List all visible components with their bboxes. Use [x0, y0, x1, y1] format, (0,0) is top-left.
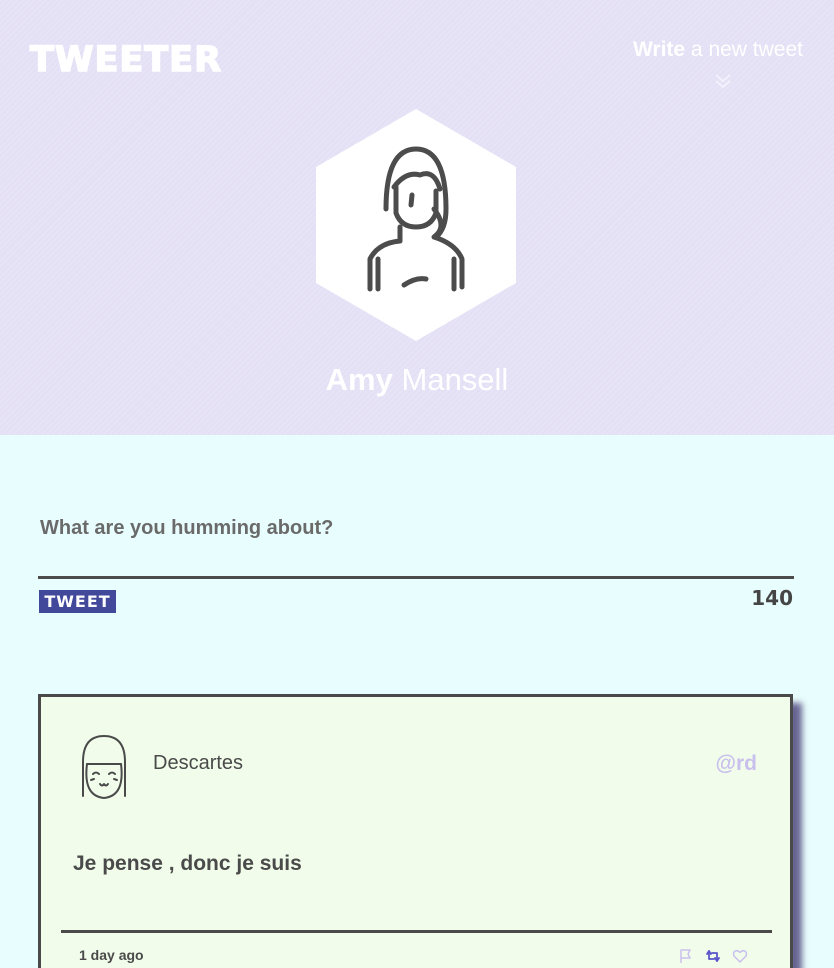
tweet-text: Je pense , donc je suis — [73, 852, 302, 875]
profile-first-name: Amy — [325, 362, 393, 397]
tweet-author-name[interactable]: Descartes — [153, 752, 243, 775]
tweet-timestamp: 1 day ago — [79, 947, 144, 963]
tweet-author-avatar — [82, 735, 126, 799]
heart-icon[interactable] — [732, 948, 748, 964]
retweet-icon[interactable] — [705, 948, 721, 964]
profile-last-name: Mansell — [401, 362, 509, 397]
tweet-submit-button[interactable]: TWEET — [39, 590, 116, 613]
tweet-author-handle[interactable]: @rd — [716, 752, 757, 776]
compose-link-rest: a new tweet — [685, 38, 803, 61]
write-new-tweet-link[interactable]: Write a new tweet — [633, 38, 803, 62]
flag-icon[interactable] — [678, 948, 694, 964]
compose-underline — [38, 576, 794, 579]
tweet-card: Descartes @rd Je pense , donc je suis 1 … — [38, 694, 793, 968]
brand-logo[interactable]: TWEETER — [29, 39, 222, 81]
profile-name: Amy Mansell — [0, 362, 834, 398]
tweet-divider — [61, 930, 772, 933]
profile-header: TWEETER Write a new tweet Amy Mansell — [0, 0, 834, 435]
profile-avatar — [316, 109, 516, 341]
tweet-actions — [678, 948, 758, 964]
character-counter: 140 — [751, 586, 793, 610]
compose-link-bold: Write — [632, 38, 686, 61]
double-chevron-down-icon[interactable] — [709, 70, 737, 92]
compose-textarea[interactable]: What are you humming about? — [40, 517, 333, 540]
